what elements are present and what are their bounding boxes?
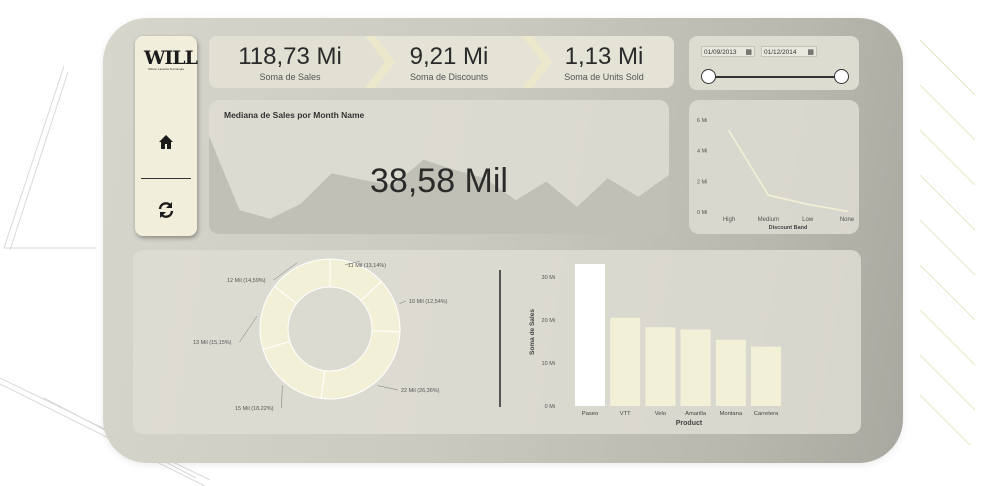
logo-subtitle: Wilson Lacerda Tecnologia <box>148 67 184 71</box>
x-tick-label: Medium <box>758 217 779 223</box>
bar <box>575 264 605 406</box>
kpi-label: Soma de Sales <box>259 72 321 82</box>
start-date-input[interactable]: 01/09/2013 ▦ <box>701 46 755 57</box>
slice-label: 11 Mil (13,14%) <box>348 263 386 269</box>
slice-label: 10 Mil (12,54%) <box>409 299 448 305</box>
date-slider-end-handle[interactable] <box>834 69 849 84</box>
calendar-icon[interactable]: ▦ <box>745 47 752 58</box>
kpi-discounts: 9,21 Mi Soma de Discounts <box>374 36 524 88</box>
x-tick-label: Carretera <box>754 411 779 417</box>
donut-slice <box>262 340 326 399</box>
x-axis-title: Discount Band <box>769 225 808 231</box>
x-tick-label: High <box>723 217 735 223</box>
kpi-value: 118,73 Mi <box>238 43 342 70</box>
slice-leader-line <box>239 315 258 343</box>
calendar-icon[interactable]: ▦ <box>807 47 814 58</box>
discount-band-card: 0 Mi 2 Mi 4 Mi 6 Mi High Medium Low None Discoun… <box>689 100 859 234</box>
donut-slice <box>320 330 401 400</box>
kpi-value: 1,13 Mi <box>564 43 644 70</box>
bar <box>751 346 781 406</box>
x-tick-label: Montana <box>720 411 743 417</box>
slice-label: 15 Mil (18,22%) <box>235 406 274 412</box>
logo: WILL Wilson Lacerda Tecnologia <box>144 47 198 72</box>
y-tick-label: 10 Mi <box>542 361 555 367</box>
bar <box>715 339 746 406</box>
sidebar-divider <box>141 178 191 179</box>
kpi-label: Soma de Discounts <box>409 72 489 82</box>
x-axis-title: Product <box>676 420 703 427</box>
y-tick-label: 6 Mi <box>697 118 707 124</box>
kpi-strip: 118,73 Mi Soma de Sales 9,21 Mi Soma de … <box>209 36 674 88</box>
y-tick-label: 0 Mi <box>697 210 707 216</box>
slice-label: 22 Mil (26,36%) <box>401 388 440 394</box>
sales-by-product-bar-chart: 0 Mi 10 Mi 20 Mi 30 Mi Paseo VTT Velo Amarilla M… <box>529 264 781 427</box>
x-tick-label: Velo <box>655 411 666 417</box>
median-sales-value: 38,58 Mil <box>370 162 508 200</box>
logo-text: WILL <box>144 47 198 69</box>
slice-label: 12 Mil (14,59%) <box>227 278 266 284</box>
dashboard-card: WILL Wilson Lacerda Tecnologia 118,73 Mi… <box>103 18 903 463</box>
bar <box>680 329 711 406</box>
x-tick-label: Amarilla <box>685 411 707 417</box>
y-tick-label: 4 Mi <box>697 149 707 155</box>
kpi-sales: 118,73 Mi Soma de Sales <box>215 36 365 88</box>
date-range-slicer: 01/09/2013 ▦ 01/12/2014 ▦ <box>689 36 859 90</box>
slice-leader-line <box>281 385 283 409</box>
bar <box>610 317 641 406</box>
kpi-label: Soma de Units Sold <box>564 72 644 82</box>
refresh-button[interactable] <box>156 200 176 220</box>
kpi-value: 9,21 Mi <box>409 43 489 70</box>
sidebar: WILL Wilson Lacerda Tecnologia <box>135 36 198 236</box>
slice-leader-line <box>399 300 407 304</box>
refresh-icon <box>158 202 174 218</box>
product-breakdown-card: 11 Mil (13,14%) 10 Mil (12,54%) 22 Mil (26… <box>133 250 861 434</box>
sales-donut-chart: 11 Mil (13,14%) 10 Mil (12,54%) 22 Mil (26… <box>193 258 448 412</box>
home-button[interactable] <box>157 133 175 151</box>
y-tick-label: 30 Mi <box>542 275 555 281</box>
bar <box>645 327 676 406</box>
line-point <box>806 203 809 206</box>
y-axis-title: Soma de Sales <box>529 309 536 355</box>
x-tick-label: None <box>840 217 855 223</box>
end-date-input[interactable]: 01/12/2014 ▦ <box>761 46 817 57</box>
line-point <box>728 129 730 132</box>
area-chart-title: Mediana de Sales por Month Name <box>224 110 365 120</box>
kpi-units-sold: 1,13 Mi Soma de Units Sold <box>529 36 674 88</box>
line-point <box>767 194 770 196</box>
x-tick-label: VTT <box>620 411 631 417</box>
date-slider-track[interactable] <box>709 76 841 78</box>
screenshot-stage: WILL Wilson Lacerda Tecnologia 118,73 Mi… <box>0 0 988 486</box>
median-sales-card: Mediana de Sales por Month Name 38,58 Mi… <box>209 100 669 234</box>
discount-band-line-chart: 0 Mi 2 Mi 4 Mi 6 Mi High Medium Low None Discoun… <box>697 118 855 231</box>
y-tick-label: 0 Mi <box>545 404 555 410</box>
x-tick-label: Low <box>802 217 814 223</box>
slice-leader-line <box>377 385 399 391</box>
y-tick-label: 2 Mi <box>697 179 707 185</box>
discount-line-series <box>728 130 848 213</box>
charts-divider <box>499 270 501 407</box>
y-tick-label: 20 Mi <box>542 318 555 324</box>
date-slider-start-handle[interactable] <box>701 69 716 84</box>
start-date-value: 01/09/2013 <box>704 49 737 56</box>
line-point <box>846 210 848 213</box>
x-tick-label: Paseo <box>582 411 598 417</box>
home-icon <box>159 135 173 149</box>
slice-label: 13 Mil (15,15%) <box>193 340 232 346</box>
end-date-value: 01/12/2014 <box>764 49 797 56</box>
